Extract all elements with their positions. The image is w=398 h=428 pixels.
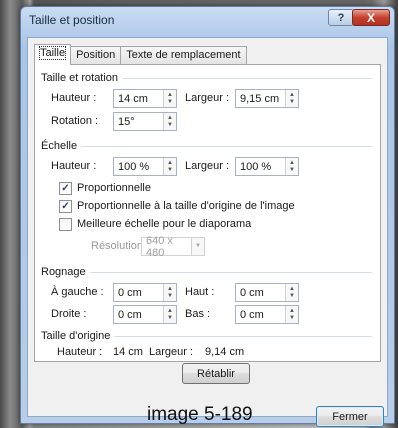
group-heading: Taille et rotation	[41, 72, 119, 84]
window-title: Taille et position	[29, 13, 115, 27]
close-icon[interactable]: X	[352, 9, 390, 26]
rotation-label: Rotation :	[51, 115, 99, 127]
width-label: Largeur :	[185, 92, 230, 104]
tab-texte-remplacement[interactable]: Texte de remplacement	[121, 46, 247, 65]
group-original-size: Taille d'origine	[41, 329, 372, 343]
spin-arrows-icon[interactable]: ▲ ▼	[163, 158, 176, 175]
crop-top-spinner[interactable]: 0 cm ▲ ▼	[235, 283, 299, 302]
original-height-value: 14 cm	[113, 346, 143, 358]
height-label: Hauteur :	[51, 92, 97, 104]
rotation-spinner[interactable]: 15° ▲ ▼	[113, 112, 177, 131]
spin-arrows-icon[interactable]: ▲ ▼	[163, 113, 176, 130]
divider	[114, 335, 372, 337]
crop-right-label: Droite :	[51, 308, 87, 320]
crop-right-spinner[interactable]: 0 cm ▲ ▼	[113, 305, 177, 324]
help-button[interactable]: ?	[328, 9, 354, 26]
group-heading: Échelle	[41, 140, 78, 152]
scale-width-label: Largeur :	[185, 160, 230, 172]
original-height-label: Hauteur :	[57, 346, 103, 358]
group-heading: Rognage	[41, 266, 86, 278]
image-caption: image 5-189	[147, 404, 253, 425]
resolution-label: Résolution	[91, 240, 143, 252]
divider	[81, 145, 372, 147]
crop-right-value: 0 cm	[118, 308, 142, 321]
scale-height-value: 100 %	[118, 160, 150, 173]
rotation-value: 15°	[118, 115, 135, 128]
relative-original-label: Proportionnelle à la taille d'origine de…	[77, 200, 295, 212]
crop-bottom-label: Bas :	[185, 308, 211, 320]
scale-height-spinner[interactable]: 100 % ▲ ▼	[113, 157, 177, 176]
tab-strip: Taille Position Texte de remplacement	[34, 44, 247, 65]
title-bar[interactable]: Taille et position ? X	[21, 7, 394, 37]
proportional-label: Proportionnelle	[77, 182, 151, 194]
crop-top-value: 0 cm	[240, 286, 264, 299]
scale-height-label: Hauteur :	[51, 160, 97, 172]
crop-left-label: À gauche :	[51, 286, 104, 298]
divider	[89, 271, 372, 273]
tab-panel: Taille et rotation Hauteur : 14 cm ▲ ▼ La…	[34, 64, 381, 362]
dialog-window: Taille et position ? X Taille Position T…	[20, 6, 395, 427]
group-scale: Échelle	[41, 139, 372, 153]
spin-arrows-icon[interactable]: ▲ ▼	[285, 90, 298, 107]
original-width-label: Largeur :	[149, 346, 194, 358]
scale-width-value: 100 %	[240, 160, 272, 173]
resolution-dropdown[interactable]: 640 x 480 ▼	[141, 234, 205, 259]
height-spinner[interactable]: 14 cm ▲ ▼	[113, 89, 177, 108]
tab-position[interactable]: Position	[71, 46, 122, 65]
spin-arrows-icon[interactable]: ▲ ▼	[163, 306, 176, 323]
spin-arrows-icon[interactable]: ▲ ▼	[163, 284, 176, 301]
tab-taille[interactable]: Taille	[34, 44, 72, 65]
resolution-value: 640 x 480	[146, 234, 173, 259]
spin-arrows-icon[interactable]: ▲ ▼	[163, 90, 176, 107]
best-scale-checkbox[interactable]	[59, 218, 72, 231]
crop-top-label: Haut :	[185, 286, 215, 298]
group-heading: Taille d'origine	[41, 330, 111, 342]
spin-arrows-icon[interactable]: ▲ ▼	[285, 284, 298, 301]
crop-bottom-spinner[interactable]: 0 cm ▲ ▼	[235, 305, 299, 324]
group-crop: Rognage	[41, 265, 372, 279]
crop-left-value: 0 cm	[118, 286, 142, 299]
spin-arrows-icon[interactable]: ▲ ▼	[285, 306, 298, 323]
width-value: 9,15 cm	[240, 92, 280, 105]
crop-bottom-value: 0 cm	[240, 308, 264, 321]
best-scale-label: Meilleure échelle pour le diaporama	[77, 218, 252, 230]
proportional-checkbox[interactable]: ✓	[59, 182, 72, 195]
reset-button[interactable]: Rétablir	[182, 363, 250, 384]
relative-original-checkbox[interactable]: ✓	[59, 200, 72, 213]
dialog-client: Taille Position Texte de remplacement Ta…	[27, 37, 388, 427]
divider	[122, 77, 372, 79]
scale-width-spinner[interactable]: 100 % ▲ ▼	[235, 157, 299, 176]
chevron-down-icon[interactable]: ▼	[191, 238, 204, 255]
group-size-rotation: Taille et rotation	[41, 71, 372, 85]
height-value: 14 cm	[118, 92, 148, 105]
tab-taille-label: Taille	[38, 46, 67, 60]
original-width-value: 9,14 cm	[205, 346, 245, 358]
width-spinner[interactable]: 9,15 cm ▲ ▼	[235, 89, 299, 108]
spin-arrows-icon[interactable]: ▲ ▼	[285, 158, 298, 175]
close-dialog-button[interactable]: Fermer	[316, 406, 384, 427]
crop-left-spinner[interactable]: 0 cm ▲ ▼	[113, 283, 177, 302]
